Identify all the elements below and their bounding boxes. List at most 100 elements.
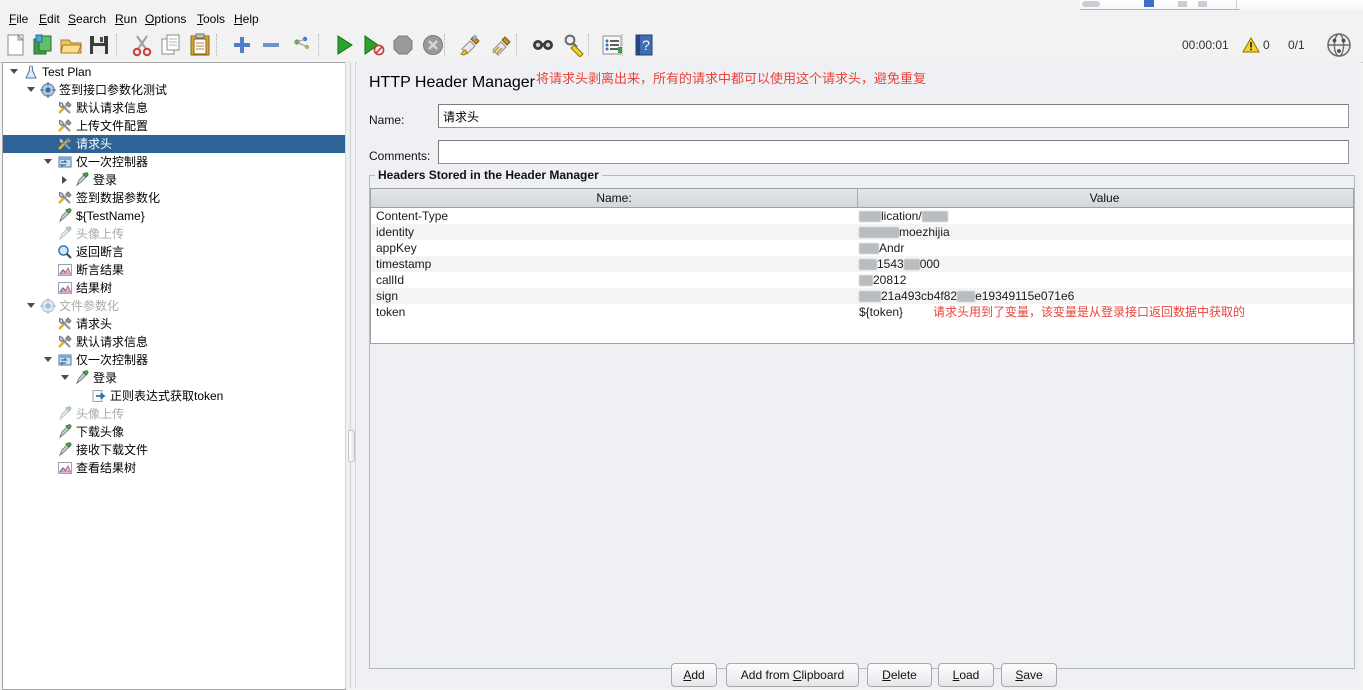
tree-item-0[interactable]: Test Plan	[3, 63, 345, 81]
tree-item-18[interactable]: 正则表达式获取token	[3, 387, 345, 405]
comments-input[interactable]	[438, 140, 1349, 164]
clear-icon[interactable]	[458, 33, 482, 57]
header-name-cell[interactable]: callId	[376, 272, 404, 288]
copy-icon[interactable]	[159, 33, 183, 57]
function-helper-icon[interactable]	[600, 33, 624, 57]
tree-item-8[interactable]: ${TestName}	[3, 207, 345, 225]
column-header-value[interactable]: Value	[858, 189, 1351, 207]
header-value-cell[interactable]: moezhijia	[859, 224, 950, 240]
tree-item-13[interactable]: 文件参数化	[3, 297, 345, 315]
cut-icon[interactable]	[130, 33, 154, 57]
chevron-down-icon[interactable]	[26, 81, 37, 99]
search-icon[interactable]	[531, 33, 555, 57]
sphere-status-icon[interactable]	[1326, 32, 1352, 58]
config-element-icon	[58, 335, 72, 348]
header-name-cell[interactable]: token	[376, 304, 405, 320]
header-value-cell[interactable]: 1543 000	[859, 256, 940, 272]
column-header-name[interactable]: Name:	[371, 189, 857, 207]
tree-item-4[interactable]: 请求头	[3, 135, 345, 153]
tree-item-label: 请求头	[76, 137, 113, 151]
header-name-cell[interactable]: Content-Type	[376, 208, 448, 224]
save-icon[interactable]	[87, 33, 111, 57]
save-button[interactable]: Save	[1001, 663, 1057, 687]
open-icon[interactable]	[59, 33, 83, 57]
tree-item-20[interactable]: 下载头像	[3, 423, 345, 441]
tree-item-12[interactable]: 结果树	[3, 279, 345, 297]
tree-item-19[interactable]: 头像上传	[3, 405, 345, 423]
tree-item-2[interactable]: 默认请求信息	[3, 99, 345, 117]
paste-icon[interactable]	[188, 33, 212, 57]
menu-edit[interactable]: Edit	[34, 11, 65, 27]
help-icon[interactable]: ?	[632, 33, 656, 57]
new-icon[interactable]	[4, 33, 28, 57]
table-row[interactable]: callId 20812	[371, 272, 1353, 288]
menu-run[interactable]: Run	[110, 11, 142, 27]
table-body[interactable]: Content-Type lication/identity moezhijia ap…	[371, 208, 1353, 320]
tree-item-6[interactable]: 登录	[3, 171, 345, 189]
splitter-grip[interactable]	[348, 430, 355, 462]
table-row[interactable]: sign 21a493cb4f82 e19349115e071e6	[371, 288, 1353, 304]
header-name-cell[interactable]: timestamp	[376, 256, 431, 272]
collapse-all-icon[interactable]	[259, 33, 283, 57]
tree-item-3[interactable]: 上传文件配置	[3, 117, 345, 135]
chevron-down-icon[interactable]	[26, 297, 37, 315]
table-row[interactable]: appKey Andr	[371, 240, 1353, 256]
start-icon[interactable]	[332, 33, 356, 57]
add-from-clipboard-button[interactable]: Add from Clipboard	[726, 663, 859, 687]
load-button[interactable]: Load	[938, 663, 994, 687]
add-button[interactable]: Add	[671, 663, 717, 687]
tree-item-1[interactable]: 签到接口参数化测试	[3, 81, 345, 99]
header-name-cell[interactable]: identity	[376, 224, 414, 240]
headers-table[interactable]: Name: Value Content-Type lication/identit…	[370, 188, 1354, 344]
tree-item-11[interactable]: 断言结果	[3, 261, 345, 279]
menu-help[interactable]: Help	[229, 11, 264, 27]
tree-item-7[interactable]: 签到数据参数化	[3, 189, 345, 207]
warning-icon[interactable]	[1242, 36, 1260, 54]
menu-tools[interactable]: Tools	[192, 11, 230, 27]
chevron-right-icon[interactable]	[60, 171, 71, 189]
tree-item-22[interactable]: 查看结果树	[3, 459, 345, 477]
tree-item-5[interactable]: 仅一次控制器	[3, 153, 345, 171]
name-input[interactable]: 请求头	[438, 104, 1349, 128]
tree-item-14[interactable]: 请求头	[3, 315, 345, 333]
tree-item-17[interactable]: 登录	[3, 369, 345, 387]
split-pane-divider[interactable]	[345, 62, 356, 688]
search-reset-icon[interactable]	[561, 33, 585, 57]
chevron-down-icon[interactable]	[9, 63, 20, 81]
header-value-cell[interactable]: 20812	[859, 272, 906, 288]
menu-search[interactable]: Search	[63, 11, 111, 27]
header-name-cell[interactable]: sign	[376, 288, 398, 304]
header-value-cell[interactable]: lication/	[859, 208, 948, 224]
table-row[interactable]: identity moezhijia	[371, 224, 1353, 240]
toggle-icon[interactable]	[290, 33, 314, 57]
chevron-down-icon[interactable]	[43, 351, 54, 369]
tree-item-10[interactable]: 返回断言	[3, 243, 345, 261]
page-title: HTTP Header Manager	[369, 74, 535, 91]
clear-all-icon[interactable]	[489, 33, 513, 57]
menu-options[interactable]: Options	[140, 11, 191, 27]
tree-item-16[interactable]: 仅一次控制器	[3, 351, 345, 369]
header-value-cell[interactable]: ${token}	[859, 304, 903, 320]
shutdown-icon[interactable]	[421, 33, 445, 57]
tree-item-9[interactable]: 头像上传	[3, 225, 345, 243]
tree-item-label: 签到接口参数化测试	[59, 83, 168, 97]
start-no-pauses-icon[interactable]	[361, 33, 385, 57]
expand-all-icon[interactable]	[230, 33, 254, 57]
tree-item-21[interactable]: 接收下载文件	[3, 441, 345, 459]
table-row[interactable]: token ${token} 请求头用到了变量，该变量是从登录接口返回数据中获取的	[371, 304, 1353, 320]
templates-icon[interactable]	[31, 33, 55, 57]
header-value-cell[interactable]: 21a493cb4f82 e19349115e071e6	[859, 288, 1074, 304]
stop-icon[interactable]	[391, 33, 415, 57]
tree-item-15[interactable]: 默认请求信息	[3, 333, 345, 351]
chevron-down-icon[interactable]	[60, 369, 71, 387]
header-name-cell[interactable]: appKey	[376, 240, 417, 256]
table-row[interactable]: timestamp 1543 000	[371, 256, 1353, 272]
tree-item-label: 查看结果树	[76, 461, 137, 475]
chevron-down-icon[interactable]	[43, 153, 54, 171]
test-plan-tree[interactable]: Test Plan 签到接口参数化测试 默认请求信息 上传文件配置 请求头 仅一次控制器登…	[2, 62, 346, 690]
header-value-cell[interactable]: Andr	[859, 240, 904, 256]
delete-button[interactable]: Delete	[867, 663, 932, 687]
menu-file[interactable]: File	[4, 11, 33, 27]
sampler-icon	[75, 370, 89, 385]
table-row[interactable]: Content-Type lication/	[371, 208, 1353, 224]
